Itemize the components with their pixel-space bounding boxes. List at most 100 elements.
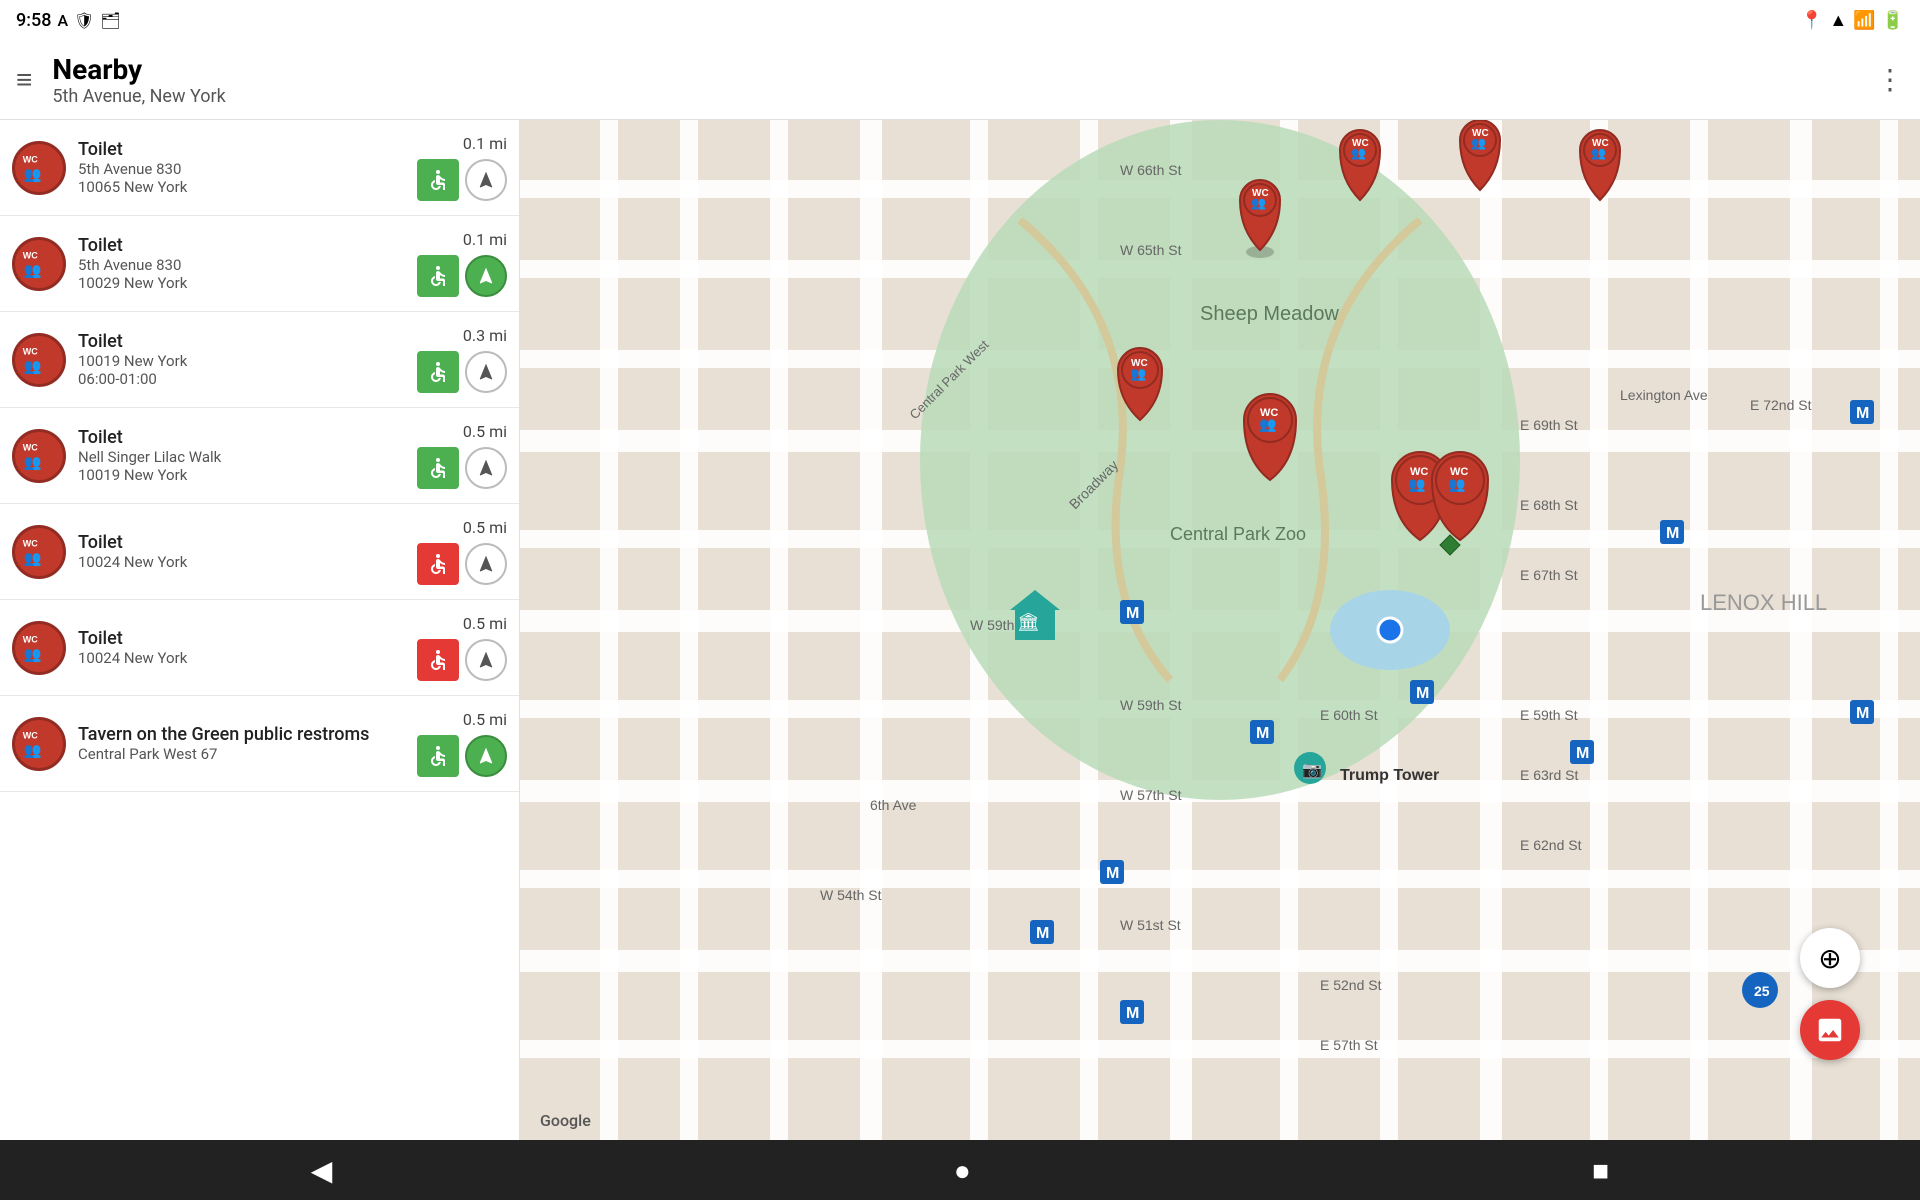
svg-text:M: M xyxy=(1856,405,1869,422)
item-address: 5th Avenue 830 xyxy=(78,256,407,274)
item-address: Nell Singer Lilac Walk xyxy=(78,448,407,466)
back-button[interactable]: ◀ xyxy=(311,1154,333,1187)
item-address: 10019 New York xyxy=(78,352,407,370)
list-item[interactable]: WC 👥 Toilet5th Avenue 83010065 New York0… xyxy=(0,120,519,216)
wc-icon: WC 👥 xyxy=(12,237,66,291)
item-buttons xyxy=(417,447,507,489)
svg-text:👥: 👥 xyxy=(24,550,42,566)
list-item[interactable]: WC 👥 Toilet5th Avenue 83010029 New York0… xyxy=(0,216,519,312)
item-actions: 0.3 mi xyxy=(407,326,507,393)
status-left: 9:58 A 🛡 🗂 xyxy=(16,10,121,31)
wc-icon: WC 👥 xyxy=(12,717,66,771)
svg-text:👥: 👥 xyxy=(24,742,42,758)
svg-text:M: M xyxy=(1576,745,1589,762)
home-button[interactable]: ● xyxy=(954,1154,971,1187)
signal-icon: 📶 xyxy=(1853,10,1875,31)
item-city: 10065 New York xyxy=(78,178,407,196)
accessibility-button[interactable] xyxy=(417,447,459,489)
map-controls: ⊕ xyxy=(1800,928,1860,1060)
svg-text:WC: WC xyxy=(23,346,38,356)
location-button[interactable]: ⊕ xyxy=(1800,928,1860,988)
accessibility-button[interactable] xyxy=(417,255,459,297)
item-distance: 0.5 mi xyxy=(463,518,507,537)
header: ≡ Nearby 5th Avenue, New York ⋮ xyxy=(0,40,1920,120)
page-title: Nearby xyxy=(52,53,1876,86)
item-distance: 0.5 mi xyxy=(463,614,507,633)
svg-text:E 67th St: E 67th St xyxy=(1520,567,1578,583)
wc-icon: WC 👥 xyxy=(12,525,66,579)
navigate-button[interactable] xyxy=(465,447,507,489)
accessibility-button[interactable] xyxy=(417,639,459,681)
item-buttons xyxy=(417,735,507,777)
list-item[interactable]: WC 👥 Toilet10024 New York0.5 mi xyxy=(0,600,519,696)
map-svg: Sheep Meadow Central Park Zoo W 66th St … xyxy=(520,120,1920,1140)
svg-text:E 63rd St: E 63rd St xyxy=(1520,767,1578,783)
svg-text:25: 25 xyxy=(1754,983,1770,999)
navigate-button[interactable] xyxy=(465,351,507,393)
svg-text:E 60th St: E 60th St xyxy=(1320,707,1378,723)
accessibility-button[interactable] xyxy=(417,159,459,201)
svg-text:M: M xyxy=(1856,705,1869,722)
item-address: 10024 New York xyxy=(78,553,407,571)
item-info: Toilet10024 New York xyxy=(78,532,407,571)
svg-text:Central Park Zoo: Central Park Zoo xyxy=(1170,524,1306,544)
list-item[interactable]: WC 👥 ToiletNell Singer Lilac Walk10019 N… xyxy=(0,408,519,504)
svg-text:Lexington Ave: Lexington Ave xyxy=(1620,387,1708,403)
item-name: Toilet xyxy=(78,628,407,649)
svg-text:W 54th St: W 54th St xyxy=(820,887,882,903)
item-actions: 0.5 mi xyxy=(407,518,507,585)
item-address: 5th Avenue 830 xyxy=(78,160,407,178)
list-item[interactable]: WC 👥 Toilet10019 New York06:00-01:000.3 … xyxy=(0,312,519,408)
status-bar: 9:58 A 🛡 🗂 📍 ▲ 📶 🔋 xyxy=(0,0,1920,40)
svg-text:E 59th St: E 59th St xyxy=(1520,707,1578,723)
header-title-block: Nearby 5th Avenue, New York xyxy=(52,53,1876,107)
svg-text:M: M xyxy=(1126,605,1139,622)
navigate-button[interactable] xyxy=(465,255,507,297)
accessibility-button[interactable] xyxy=(417,735,459,777)
more-options-button[interactable]: ⋮ xyxy=(1876,63,1904,96)
navigate-button[interactable] xyxy=(465,159,507,201)
item-info: Toilet10019 New York06:00-01:00 xyxy=(78,331,407,388)
accessibility-button[interactable] xyxy=(417,351,459,393)
svg-text:W 65th St: W 65th St xyxy=(1120,242,1182,258)
svg-text:WC: WC xyxy=(23,154,38,164)
list-item[interactable]: WC 👥 Toilet10024 New York 0.5 mi xyxy=(0,504,519,600)
svg-text:👥: 👥 xyxy=(24,166,42,182)
recent-button[interactable]: ■ xyxy=(1592,1154,1609,1187)
list-item[interactable]: WC 👥 Tavern on the Green public restroms… xyxy=(0,696,519,792)
svg-text:W 66th St: W 66th St xyxy=(1120,162,1182,178)
svg-text:👥: 👥 xyxy=(1591,146,1606,160)
svg-text:👥: 👥 xyxy=(1351,146,1366,160)
navigate-button[interactable] xyxy=(465,639,507,681)
svg-text:👥: 👥 xyxy=(1448,476,1465,493)
svg-text:👥: 👥 xyxy=(1408,476,1425,493)
status-right: 📍 ▲ 📶 🔋 xyxy=(1801,10,1904,31)
item-info: Toilet10024 New York xyxy=(78,628,407,667)
list-panel: WC 👥 Toilet5th Avenue 83010065 New York0… xyxy=(0,120,520,1140)
wc-icon: WC 👥 xyxy=(12,141,66,195)
navigate-button[interactable] xyxy=(465,543,507,585)
item-buttons xyxy=(417,543,507,585)
svg-text:👥: 👥 xyxy=(24,646,42,662)
menu-button[interactable]: ≡ xyxy=(16,63,32,96)
svg-text:W 51st St: W 51st St xyxy=(1120,917,1181,933)
svg-text:📷: 📷 xyxy=(1302,762,1322,779)
google-logo: Google xyxy=(540,1111,591,1130)
accessibility-button[interactable] xyxy=(417,543,459,585)
item-info: Toilet5th Avenue 83010029 New York xyxy=(78,235,407,292)
wc-icon: WC 👥 xyxy=(12,333,66,387)
svg-text:M: M xyxy=(1256,725,1269,742)
item-buttons xyxy=(417,351,507,393)
svg-text:E 57th St: E 57th St xyxy=(1320,1037,1378,1053)
svg-text:E 68th St: E 68th St xyxy=(1520,497,1578,513)
item-address: 10024 New York xyxy=(78,649,407,667)
photo-button[interactable] xyxy=(1800,1000,1860,1060)
item-address: Central Park West 67 xyxy=(78,745,407,763)
time-display: 9:58 xyxy=(16,10,51,31)
navigate-button[interactable] xyxy=(465,735,507,777)
svg-text:🏛: 🏛 xyxy=(1017,612,1040,632)
svg-text:👥: 👥 xyxy=(24,358,42,374)
wc-icon: WC 👥 xyxy=(12,429,66,483)
item-name: Toilet xyxy=(78,331,407,352)
item-name: Toilet xyxy=(78,235,407,256)
